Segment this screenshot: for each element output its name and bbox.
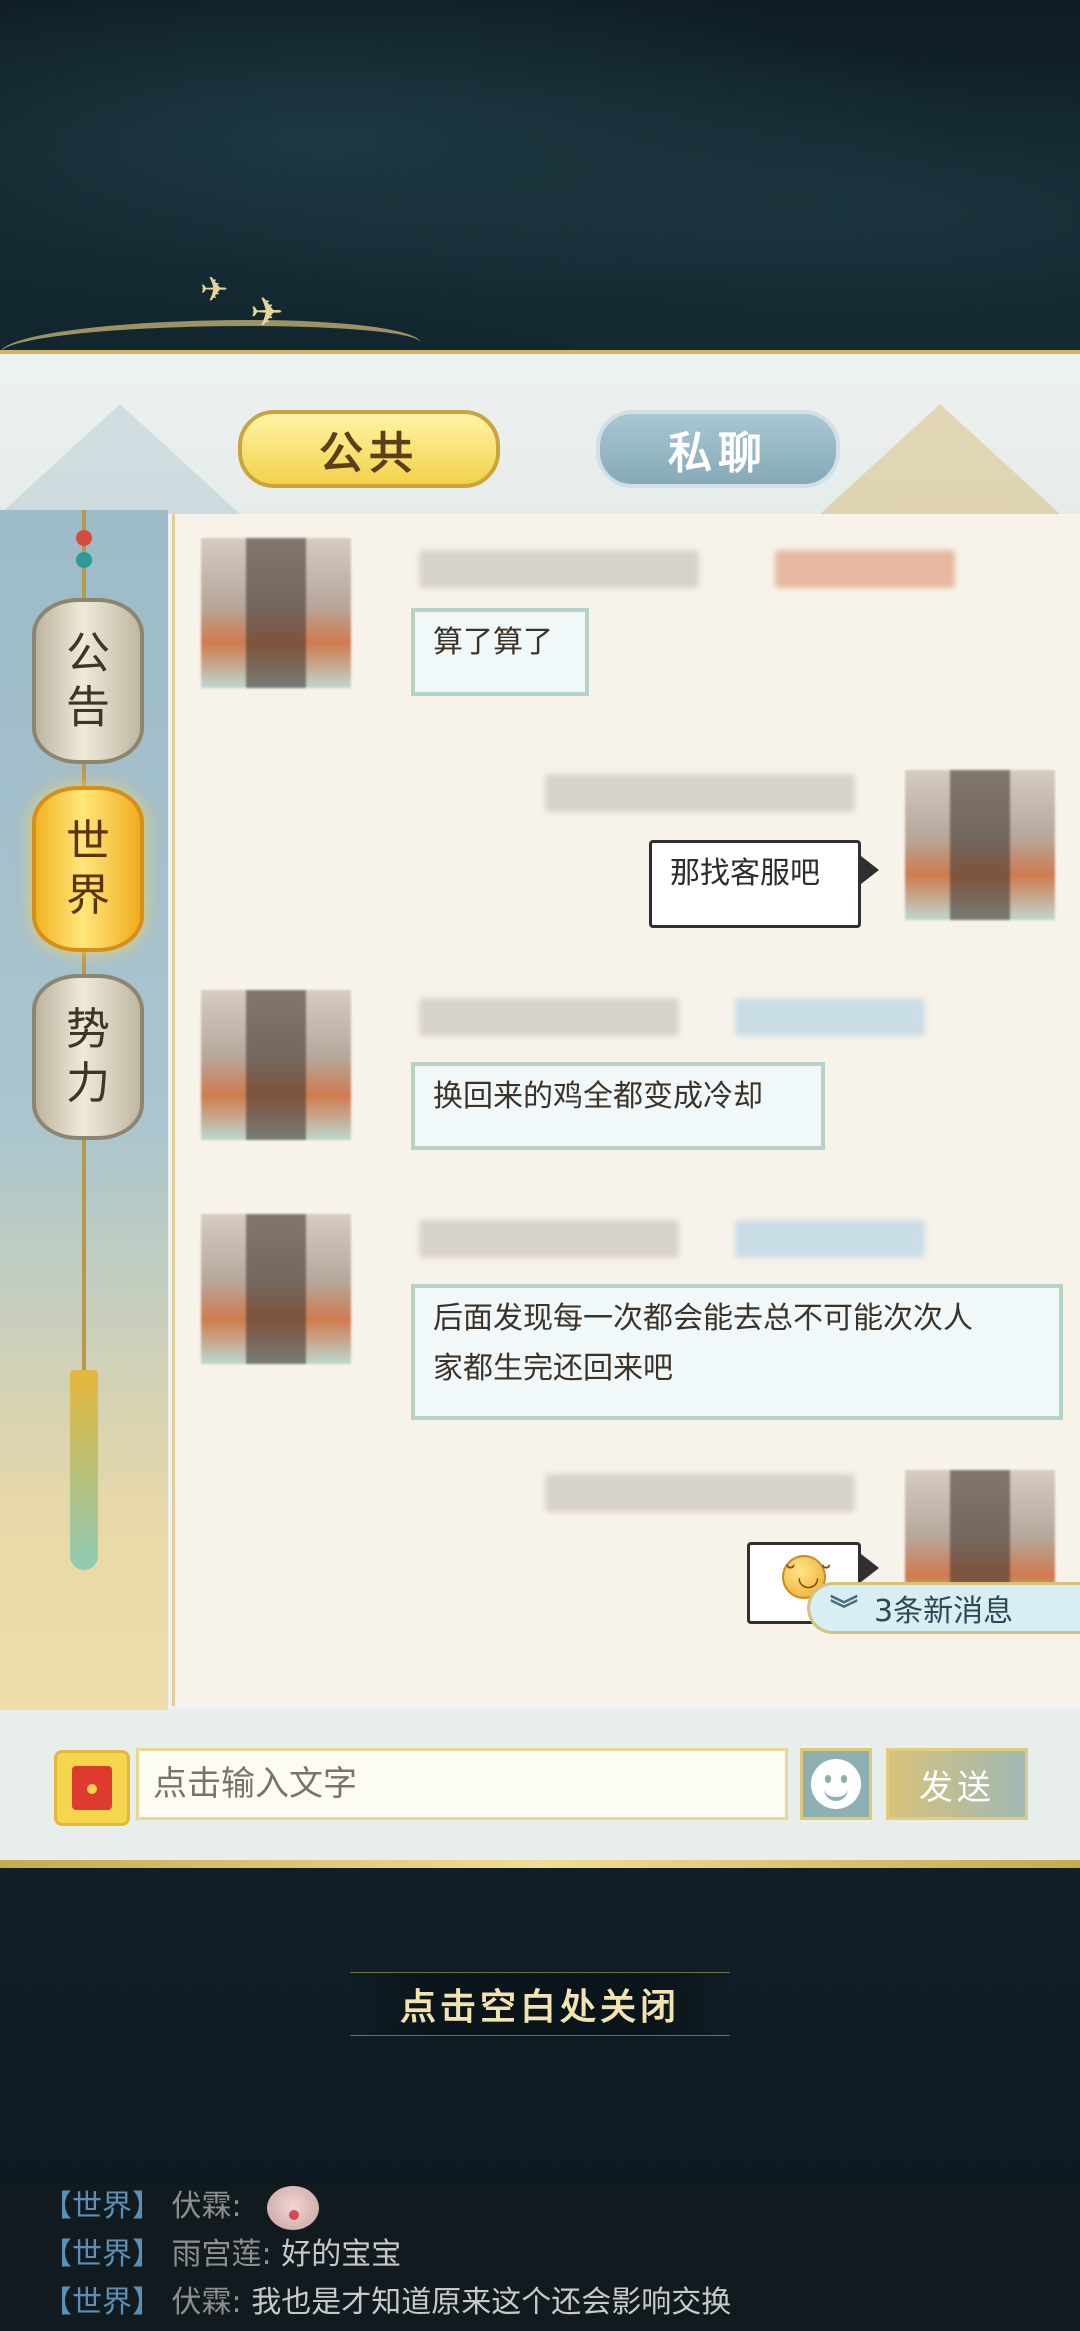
feed-text: 我也是才知道原来这个还会影响交换: [251, 2285, 732, 2320]
message-input[interactable]: [136, 1748, 788, 1820]
channel-sidebar: 公 告 世 界 势 力: [0, 510, 168, 1860]
channel-label: 力: [66, 1058, 110, 1109]
message-text-line: 家都生完还回来吧: [433, 1351, 673, 1386]
channel-label: 告: [66, 682, 110, 733]
sender-name: [419, 550, 699, 588]
chat-panel: 公共 私聊 公 告 世 界 势 力 算了算了 那找客服吧 换回来的鸡全都变成冷却…: [0, 350, 1080, 1868]
avatar[interactable]: [201, 1214, 351, 1364]
avatar[interactable]: [201, 990, 351, 1140]
channel-label: 世: [66, 816, 110, 867]
channel-announcement[interactable]: 公 告: [32, 598, 144, 764]
decorative-mountain: [0, 404, 240, 514]
channel-label: 势: [66, 1004, 110, 1055]
new-messages-count: 3: [874, 1594, 894, 1629]
swallow-icon: ✈: [250, 290, 284, 336]
message-bubble[interactable]: 算了算了: [411, 608, 589, 696]
world-chat-feed[interactable]: 【世界】 伏霖: 【世界】 雨宫莲: 好的宝宝 【世界】 伏霖: 我也是才知道原…: [0, 2182, 1080, 2331]
new-messages-text: 条新消息: [893, 1594, 1014, 1629]
sender-name: [545, 774, 855, 812]
new-messages-button[interactable]: ︾ 3条新消息: [807, 1582, 1080, 1634]
message-bubble[interactable]: 那找客服吧: [649, 840, 861, 928]
swallow-icon: ✈: [200, 270, 229, 310]
avatar[interactable]: [905, 770, 1055, 920]
input-bar: 发送: [0, 1710, 1080, 1860]
message-text-line: 后面发现每一次都会能去总不可能次次人: [433, 1301, 973, 1336]
feed-channel: 【世界】: [42, 2285, 162, 2320]
chat-panel-header: 公共 私聊: [0, 350, 1080, 514]
red-packet-button[interactable]: [54, 1750, 130, 1826]
channel-faction[interactable]: 势 力: [32, 974, 144, 1140]
new-messages-label: 3条新消息: [874, 1586, 1013, 1630]
tassel-icon: [70, 1370, 98, 1570]
feed-line: 【世界】 雨宫莲: 好的宝宝: [42, 2232, 401, 2278]
feed-sender: 伏霖:: [171, 2285, 242, 2320]
message-bubble[interactable]: 换回来的鸡全都变成冷却: [411, 1062, 825, 1150]
emoji-button[interactable]: [800, 1748, 872, 1820]
sender-name: [545, 1474, 855, 1512]
sender-name: [419, 1220, 679, 1258]
sender-title: [775, 550, 955, 588]
sender-name: [419, 998, 679, 1036]
bubble-tail: [861, 1554, 879, 1582]
decorative-mountain: [820, 404, 1060, 514]
feed-text: 好的宝宝: [281, 2237, 402, 2272]
double-chevron-down-icon: ︾: [830, 1593, 859, 1626]
sender-title: [735, 998, 925, 1036]
feed-line: 【世界】 伏霖: 我也是才知道原来这个还会影响交换: [42, 2280, 731, 2326]
feed-sender: 雨宫莲:: [171, 2237, 272, 2272]
decorative-trim: [0, 1860, 1080, 1868]
message-bubble[interactable]: 后面发现每一次都会能去总不可能次次人 家都生完还回来吧: [411, 1284, 1063, 1420]
bead-icon: [76, 530, 92, 546]
game-background: [0, 0, 1080, 350]
avatar[interactable]: [201, 538, 351, 688]
sticker-icon: [267, 2185, 320, 2230]
channel-label: 公: [66, 628, 110, 679]
bubble-tail: [861, 856, 879, 884]
smiley-face-icon: [811, 1759, 861, 1809]
send-button[interactable]: 发送: [886, 1748, 1028, 1820]
channel-world[interactable]: 世 界: [32, 786, 144, 952]
red-packet-icon: [72, 1766, 112, 1810]
feed-line: 【世界】 伏霖:: [42, 2184, 320, 2230]
tab-private[interactable]: 私聊: [596, 410, 840, 488]
feed-channel: 【世界】: [42, 2189, 162, 2224]
feed-channel: 【世界】: [42, 2237, 162, 2272]
feed-sender: 伏霖:: [171, 2189, 242, 2224]
chat-message-list[interactable]: 算了算了 那找客服吧 换回来的鸡全都变成冷却 后面发现每一次都会能去总不可能次次…: [172, 514, 1080, 1706]
bead-icon: [76, 552, 92, 568]
channel-label: 界: [66, 870, 110, 921]
sender-title: [735, 1220, 925, 1258]
tab-public[interactable]: 公共: [238, 410, 500, 488]
close-hint[interactable]: 点击空白处关闭: [350, 1972, 730, 2036]
